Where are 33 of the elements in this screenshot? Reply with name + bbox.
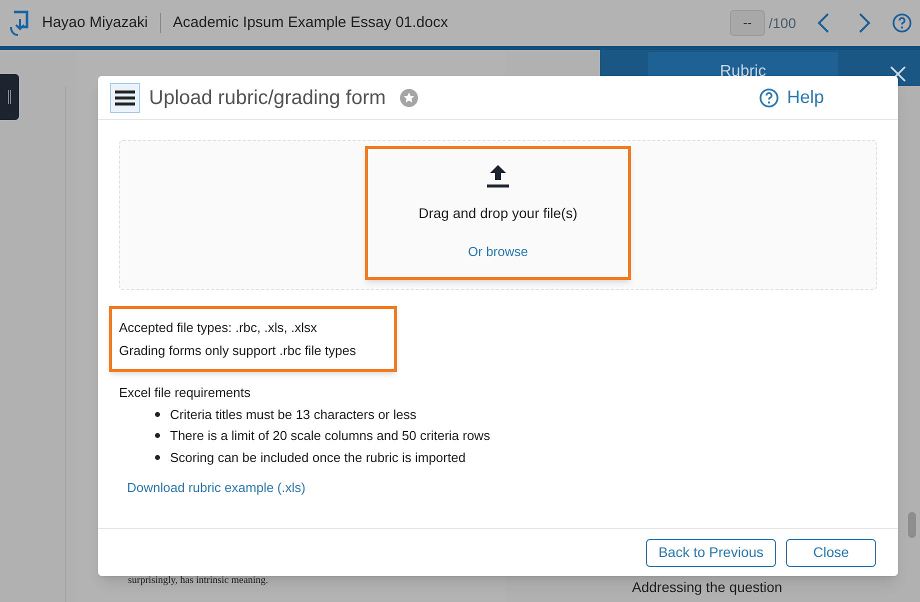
dialog-title: Upload rubric/grading form	[149, 86, 386, 110]
drop-prompt: Drag and drop your file(s)	[418, 204, 578, 223]
requirements-heading: Excel file requirements	[119, 384, 252, 402]
document-title: Academic Ipsum Example Essay 01.docx	[172, 12, 448, 33]
logo-icon	[8, 9, 30, 37]
user-name: Hayao Miyazaki	[42, 12, 148, 33]
previous-page-icon[interactable]	[816, 12, 830, 34]
file-type-note: Grading forms only support .rbc file types	[119, 342, 357, 360]
help-icon[interactable]	[892, 13, 912, 33]
panel-handle[interactable]	[0, 74, 19, 120]
page-total: /100	[768, 14, 796, 32]
bullet-icon	[155, 433, 160, 438]
file-type-note: Accepted file types: .rbc, .xls, .xlsx	[119, 319, 318, 337]
download-link[interactable]: Download rubric example (.xls)	[127, 478, 306, 498]
criterion-label: Addressing the question	[632, 578, 784, 597]
upload-icon	[487, 163, 509, 189]
help-icon	[758, 88, 779, 108]
menu-button[interactable]	[110, 82, 140, 112]
menu-icon	[115, 90, 135, 106]
back-button[interactable]: Back to Previous	[646, 538, 776, 566]
drop-zone[interactable]: Drag and drop your file(s) Or browse	[119, 140, 877, 290]
requirement-text: Criteria titles must be 13 characters or less	[170, 406, 416, 424]
document-text: surprisingly, has intrinsic meaning.	[128, 574, 270, 588]
close-button[interactable]: Close	[786, 538, 876, 566]
bullet-icon	[155, 412, 160, 417]
requirement-text: There is a limit of 20 scale columns and 50 criteria rows	[170, 427, 490, 445]
bullet-icon	[155, 454, 160, 460]
next-page-icon[interactable]	[858, 12, 872, 34]
page-number-field[interactable]: --	[730, 10, 765, 36]
browse-link[interactable]: Or browse	[468, 242, 528, 262]
help-link[interactable]: Help	[758, 84, 824, 111]
scrollbar-thumb[interactable]	[908, 512, 916, 538]
requirement-text: Scoring can be included once the rubric is imported	[170, 448, 466, 467]
